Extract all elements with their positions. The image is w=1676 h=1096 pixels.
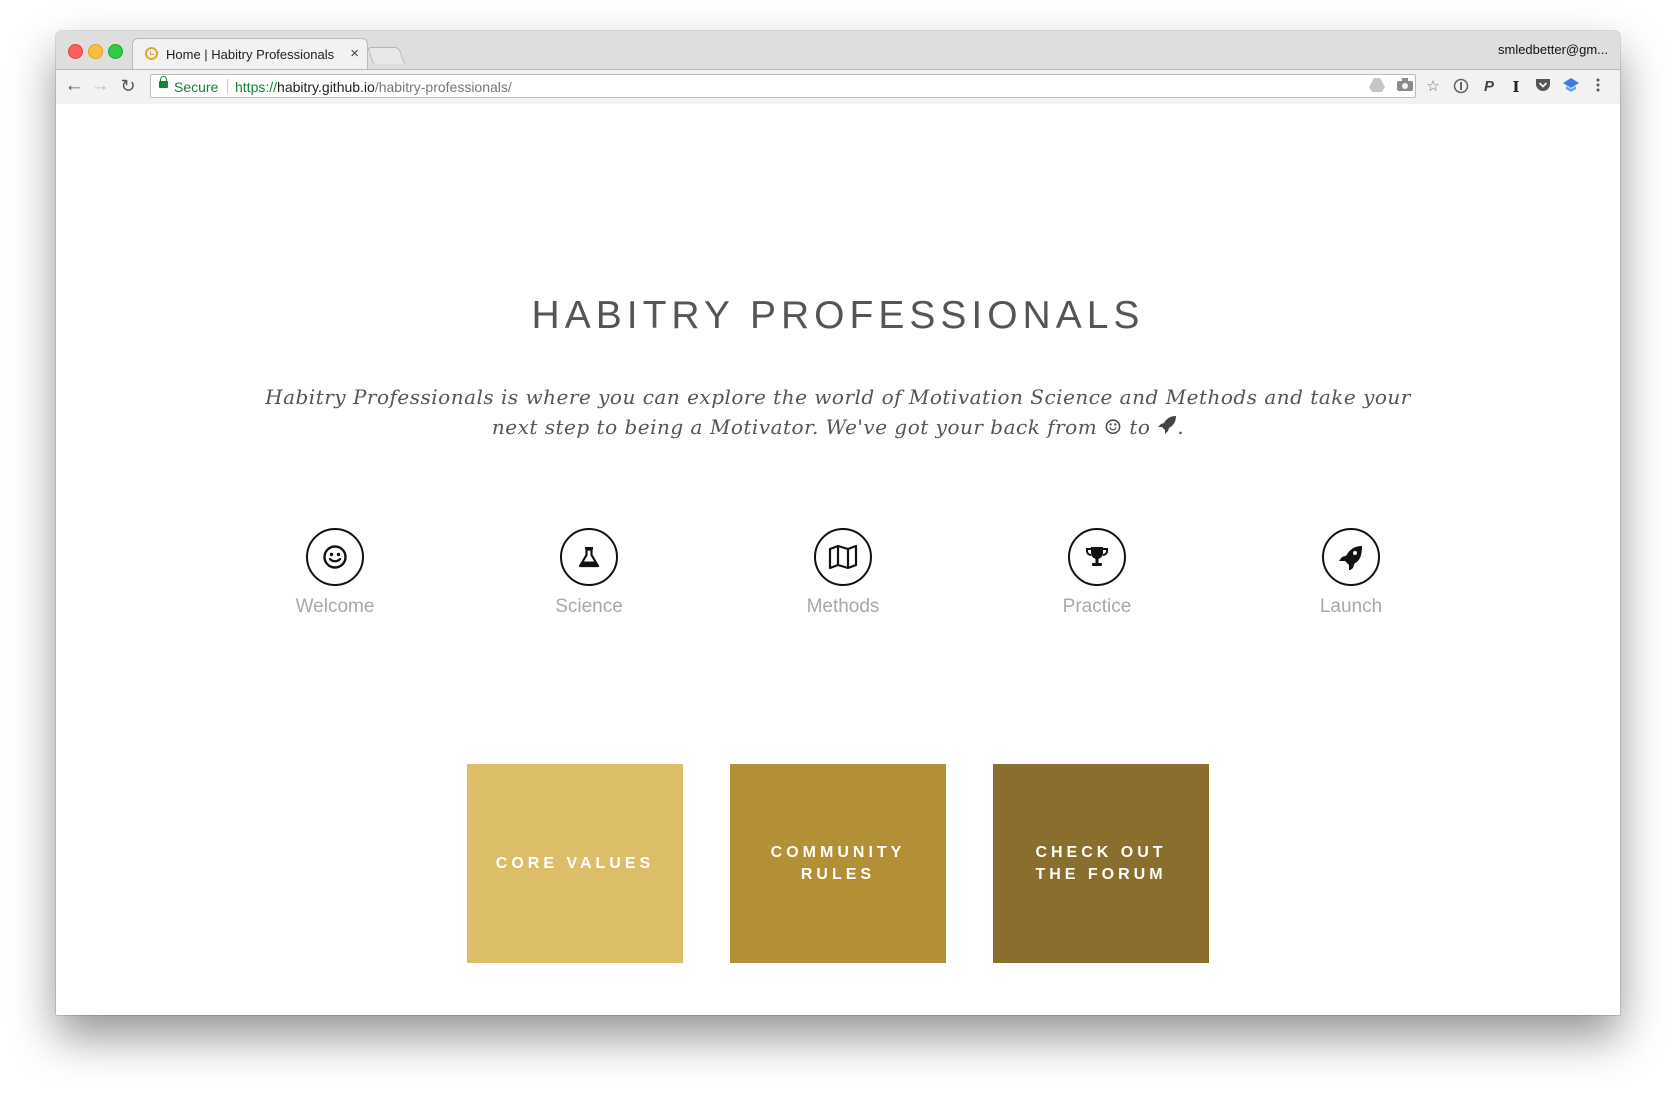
favicon-icon <box>145 47 158 60</box>
stage-label[interactable]: Practice <box>1017 596 1177 618</box>
url-path: /habitry-professionals/ <box>374 79 512 95</box>
url-scheme: https:// <box>235 79 278 95</box>
cta-line2: THE FORUM <box>1035 865 1167 883</box>
stage-icon-circle[interactable] <box>306 528 364 586</box>
rocket-icon <box>1339 546 1362 570</box>
stage-label[interactable]: Launch <box>1271 596 1431 618</box>
instapaper-icon[interactable]: I <box>1507 78 1525 96</box>
intro-end: . <box>1177 415 1185 439</box>
stage-icon-circle[interactable] <box>814 528 872 586</box>
cta-label: CHECK OUT THE FORUM <box>1035 842 1166 886</box>
new-tab-button[interactable] <box>366 47 406 64</box>
cta-line1: CORE VALUES <box>495 854 655 872</box>
profile-name[interactable]: smledbetter@gm... <box>1498 42 1608 57</box>
cta-line1: CHECK OUT <box>1035 843 1167 861</box>
star-icon[interactable]: ☆ <box>1424 78 1442 96</box>
browser-window: Home | Habitry Professionals × smledbett… <box>56 31 1620 1015</box>
tab-title: Home | Habitry Professionals <box>166 47 335 62</box>
pocket-icon[interactable] <box>1534 78 1552 96</box>
stage-label[interactable]: Welcome <box>255 596 415 618</box>
stage-label[interactable]: Science <box>509 596 669 618</box>
extension-icon[interactable] <box>1562 78 1580 96</box>
intro-text: Habitry Professionals is where you can e… <box>265 385 1411 439</box>
browser-toolbar: ← → ↻ Secure https://habitry.github.io/h… <box>56 69 1620 105</box>
stage-label[interactable]: Methods <box>763 596 923 618</box>
paypal-icon[interactable]: P <box>1480 78 1498 96</box>
address-separator <box>227 79 228 94</box>
drive-icon[interactable] <box>1368 78 1386 96</box>
url-host: habitry.github.io <box>277 79 375 95</box>
stage-practice[interactable]: Practice <box>1017 528 1177 628</box>
cta-line1: COMMUNITY <box>770 843 906 861</box>
flask-icon <box>578 547 600 568</box>
forward-icon[interactable]: → <box>89 75 111 97</box>
stage-icon-circle[interactable] <box>1322 528 1380 586</box>
tab-strip: Home | Habitry Professionals × smledbett… <box>56 31 1620 70</box>
address-bar[interactable]: Secure https://habitry.github.io/habitry… <box>150 74 1416 98</box>
reload-icon[interactable]: ↻ <box>117 75 139 97</box>
cta-label: COMMUNITY RULES <box>771 842 906 886</box>
stage-launch[interactable]: Launch <box>1271 528 1431 628</box>
stage-methods[interactable]: Methods <box>763 528 923 628</box>
password-icon[interactable] <box>1452 78 1470 96</box>
trophy-icon <box>1086 547 1108 566</box>
window-close-button[interactable] <box>68 44 83 59</box>
window-maximize-button[interactable] <box>108 44 123 59</box>
intro-paragraph: Habitry Professionals is where you can e… <box>256 382 1420 442</box>
cta-label: CORE VALUES <box>496 853 654 875</box>
map-icon <box>828 544 858 570</box>
menu-icon[interactable] <box>1589 78 1607 96</box>
stage-icon-circle[interactable] <box>1068 528 1126 586</box>
intro-to: to <box>1129 415 1151 439</box>
browser-tab[interactable]: Home | Habitry Professionals × <box>132 38 368 70</box>
secure-label: Secure <box>174 79 219 95</box>
lock-icon <box>159 76 168 88</box>
stage-icon-circle[interactable] <box>560 528 618 586</box>
smile-icon: ☺ <box>1104 415 1123 439</box>
core-values-button[interactable]: CORE VALUES <box>467 764 683 963</box>
stage-welcome[interactable]: Welcome <box>255 528 415 628</box>
tab-close-icon[interactable]: × <box>350 45 359 62</box>
forum-button[interactable]: CHECK OUT THE FORUM <box>993 764 1209 963</box>
page-title: HABITRY PROFESSIONALS <box>531 294 1145 337</box>
url-text[interactable]: https://habitry.github.io/habitry-profes… <box>235 79 512 95</box>
camera-icon[interactable] <box>1396 78 1414 96</box>
community-rules-button[interactable]: COMMUNITY RULES <box>730 764 946 963</box>
smile-icon <box>323 545 347 569</box>
cta-line2: RULES <box>800 865 876 883</box>
page-content: HABITRY PROFESSIONALS Habitry Profession… <box>56 104 1620 1015</box>
stage-science[interactable]: Science <box>509 528 669 628</box>
rocket-icon <box>1157 415 1177 439</box>
back-icon[interactable]: ← <box>63 75 85 97</box>
window-minimize-button[interactable] <box>88 44 103 59</box>
